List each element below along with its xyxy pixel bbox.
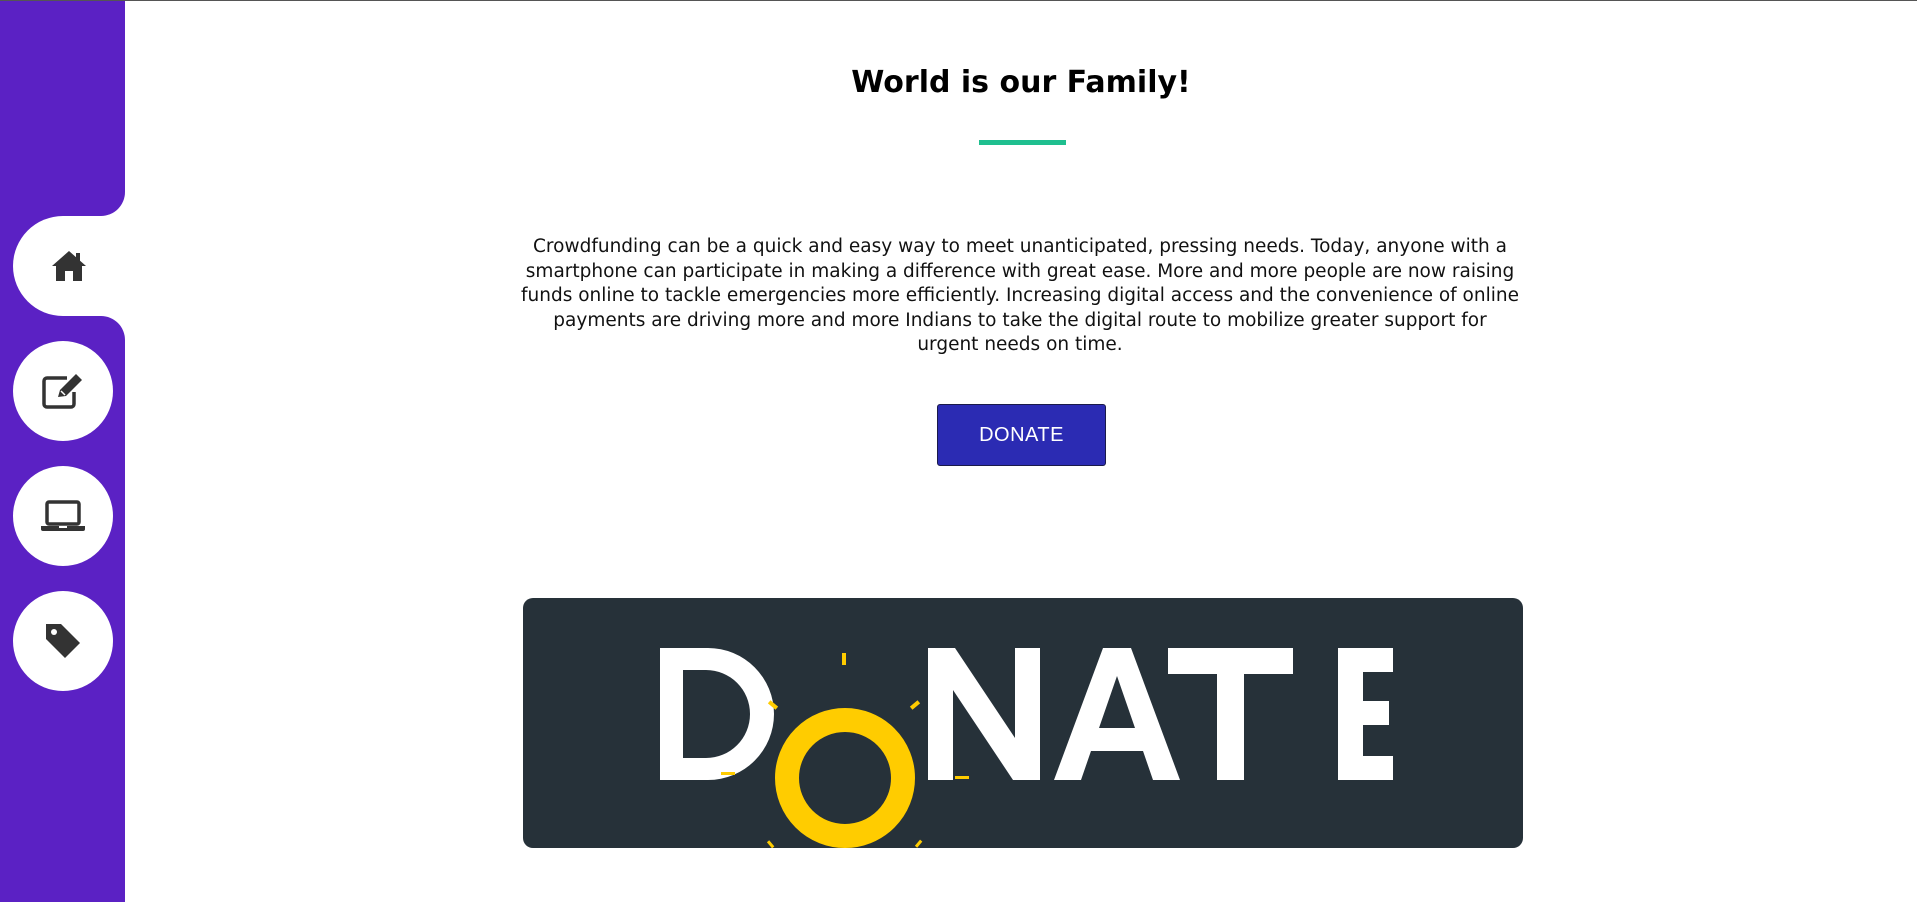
- active-tab-curve-bottom: [101, 316, 125, 340]
- sidebar-item-tag[interactable]: [13, 591, 113, 691]
- donate-button[interactable]: DONATE: [937, 404, 1106, 466]
- page: World is our Family! Crowdfunding can be…: [0, 0, 1917, 902]
- laptop-icon: [40, 499, 86, 533]
- page-title: World is our Family!: [851, 65, 1191, 100]
- home-icon: [50, 249, 88, 283]
- sidebar-item-laptop[interactable]: [13, 466, 113, 566]
- tag-icon: [43, 621, 83, 661]
- sidebar: [0, 1, 125, 902]
- active-tab-curve-top: [101, 192, 125, 216]
- edit-icon: [41, 372, 85, 410]
- donate-banner-graphic: [660, 648, 1393, 848]
- donate-banner-image: [523, 598, 1523, 848]
- sidebar-item-edit[interactable]: [13, 341, 113, 441]
- title-underline: [979, 140, 1066, 145]
- sidebar-item-home[interactable]: [13, 216, 125, 316]
- description-text: Crowdfunding can be a quick and easy way…: [521, 236, 1519, 355]
- main-content: World is our Family! Crowdfunding can be…: [125, 1, 1917, 902]
